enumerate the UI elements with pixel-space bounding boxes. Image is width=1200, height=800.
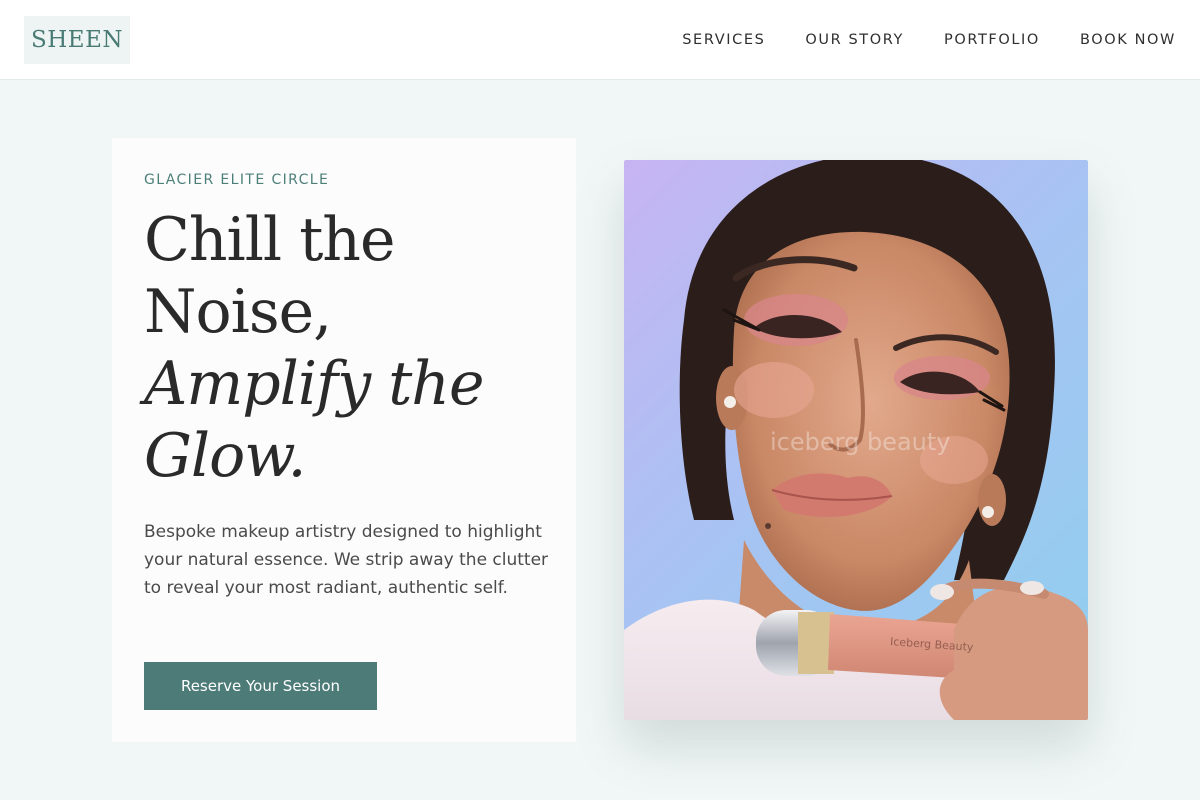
hero-portrait-image: iceberg beauty Iceberg Beauty: [624, 160, 1088, 720]
site-header: SHEEN SERVICES OUR STORY PORTFOLIO BOOK …: [0, 0, 1200, 80]
hero-card: GLACIER ELITE CIRCLE Chill the Noise, Am…: [112, 138, 576, 742]
main-nav: SERVICES OUR STORY PORTFOLIO BOOK NOW: [682, 0, 1176, 80]
hero-eyebrow: GLACIER ELITE CIRCLE: [144, 172, 330, 188]
nav-portfolio-link[interactable]: PORTFOLIO: [944, 32, 1040, 48]
headline-italic-line-1: Amplify the: [144, 349, 484, 419]
headline-line-2: Noise,: [144, 277, 332, 347]
hero-headline: Chill the Noise, Amplify the Glow.: [144, 204, 564, 492]
reserve-session-button[interactable]: Reserve Your Session: [144, 662, 377, 710]
headline-italic-line-2: Glow.: [144, 421, 307, 491]
nav-services-link[interactable]: SERVICES: [682, 32, 765, 48]
hero-description: Bespoke makeup artistry designed to high…: [144, 522, 549, 598]
nav-book-now-link[interactable]: BOOK NOW: [1080, 32, 1176, 48]
logo[interactable]: SHEEN: [24, 16, 130, 64]
nav-our-story-link[interactable]: OUR STORY: [805, 32, 904, 48]
image-watermark: iceberg beauty: [770, 428, 951, 456]
headline-line-1: Chill the: [144, 205, 395, 275]
